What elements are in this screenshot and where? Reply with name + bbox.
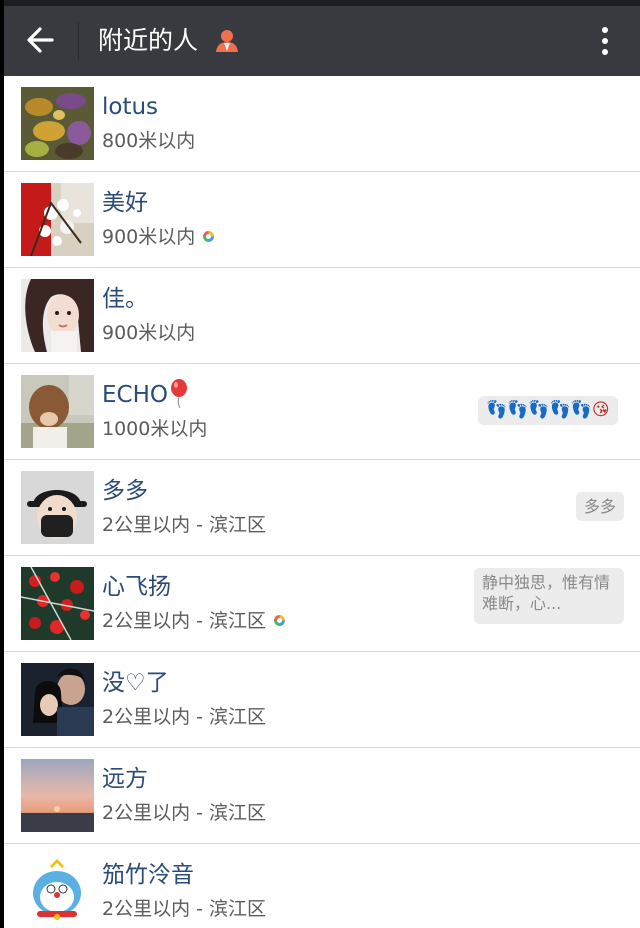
avatar — [21, 663, 94, 736]
avatar — [21, 183, 94, 256]
list-item[interactable]: 佳。 900米以内 — [4, 268, 640, 364]
signature-bubble: 静中独思，惟有情难断，心... — [474, 568, 624, 624]
person-distance: 800米以内 — [102, 130, 196, 152]
list-item[interactable]: ECHO 1000米以内 👣👣👣👣👣😘 — [4, 364, 640, 460]
list-item[interactable]: 笳竹泠音 2公里以内 - 滨江区 — [4, 844, 640, 928]
list-item[interactable]: lotus 800米以内 — [4, 76, 640, 172]
signature-bubble: 多多 — [576, 492, 625, 521]
person-name: 美好 — [102, 190, 148, 216]
list-item[interactable]: 美好 900米以内 — [4, 172, 640, 268]
avatar — [21, 87, 94, 160]
activity-dot-icon — [203, 231, 215, 242]
person-name: ECHO — [102, 378, 188, 412]
person-distance: 2公里以内 - 滨江区 — [102, 706, 267, 728]
person-name: lotus — [102, 94, 159, 120]
avatar — [21, 375, 94, 448]
avatar — [21, 471, 94, 544]
avatar — [21, 855, 94, 928]
list-item[interactable]: 远方 2公里以内 - 滨江区 — [4, 748, 640, 844]
header-divider — [78, 22, 79, 60]
person-distance: 2公里以内 - 滨江区 — [102, 606, 286, 636]
person-distance: 900米以内 — [102, 222, 215, 252]
list-item[interactable]: 多多 2公里以内 - 滨江区 多多 — [4, 460, 640, 556]
people-nearby-icon — [214, 28, 240, 54]
person-distance: 1000米以内 — [102, 418, 208, 440]
avatar — [21, 759, 94, 832]
people-list: lotus 800米以内 美好 900米以内 佳。 900米以内 ECHO 10… — [4, 76, 640, 928]
app-frame: 附近的人 lotus 800米以内 美好 900米以内 佳。 900米以内 EC… — [4, 0, 640, 928]
more-options-icon[interactable] — [590, 20, 620, 62]
person-name: 没♡了 — [102, 670, 169, 696]
back-arrow-icon[interactable] — [22, 20, 62, 60]
person-name: 远方 — [102, 766, 148, 792]
person-distance: 900米以内 — [102, 322, 196, 344]
page-title: 附近的人 — [98, 26, 199, 55]
list-item[interactable]: 没♡了 2公里以内 - 滨江区 — [4, 652, 640, 748]
activity-dot-icon — [274, 615, 286, 626]
signature-bubble: 👣👣👣👣👣😘 — [478, 396, 618, 425]
person-name: 多多 — [102, 478, 148, 504]
person-distance: 2公里以内 - 滨江区 — [102, 802, 267, 824]
list-item[interactable]: 心飞扬 2公里以内 - 滨江区 静中独思，惟有情难断，心... — [4, 556, 640, 652]
person-name: 心飞扬 — [102, 574, 171, 600]
balloon-icon — [170, 378, 188, 409]
person-distance: 2公里以内 - 滨江区 — [102, 514, 267, 536]
person-name: 佳。 — [102, 286, 148, 312]
avatar — [21, 279, 94, 352]
person-name: 笳竹泠音 — [102, 862, 194, 888]
avatar — [21, 567, 94, 640]
person-distance: 2公里以内 - 滨江区 — [102, 898, 267, 920]
top-bar: 附近的人 — [4, 6, 640, 76]
